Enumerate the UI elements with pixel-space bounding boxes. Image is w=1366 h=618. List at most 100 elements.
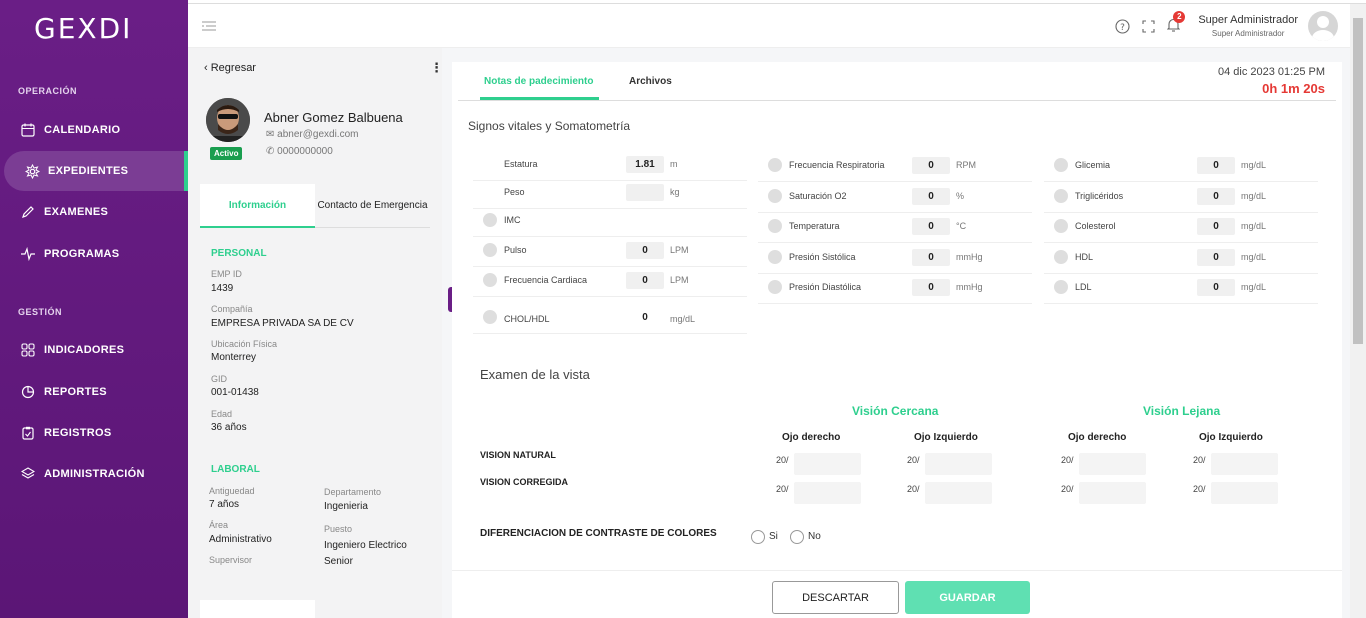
vital-label: Colesterol [1075,221,1116,231]
vital-unit: mmHg [956,252,983,262]
section-gestion: GESTIÓN [18,307,63,317]
area-label: Área [209,520,229,530]
estatura-input[interactable]: 1.81 [626,156,664,173]
vision-cercana-title: Visión Cercana [852,404,939,418]
temperatura-input[interactable]: 0 [912,218,950,235]
frecuencia-respiratoria-input[interactable]: 0 [912,157,950,174]
fraction-label: 20/ [776,484,789,494]
saturacion-input[interactable]: 0 [912,188,950,205]
scrollbar[interactable] [1350,4,1366,618]
vital-row-imc: IMC [473,207,747,237]
tab-informacion[interactable]: Información [200,184,315,228]
trigliceridos-input[interactable]: 0 [1197,188,1235,205]
app-logo[interactable]: GEXDI [34,12,132,45]
status-dot [483,273,497,287]
notifications-button[interactable]: 2 [1167,10,1186,35]
vital-label: IMC [504,215,521,225]
peso-input[interactable] [626,184,664,201]
sidebar-item-reportes[interactable]: REPORTES [0,372,188,412]
sidebar-item-registros[interactable]: REGISTROS [0,413,188,453]
departamento-value: Ingenieria [324,501,368,512]
status-dot [1054,280,1068,294]
colesterol-input[interactable]: 0 [1197,218,1235,235]
vital-label: Triglicéridos [1075,191,1124,201]
menu-icon[interactable] [202,20,216,35]
sidebar-item-calendario[interactable]: CALENDARIO [0,110,188,150]
status-dot [768,189,782,203]
lejana-izquierdo-corregida-input[interactable] [1211,482,1278,504]
vital-unit: mg/dL [1241,160,1267,170]
sidebar-item-label: REGISTROS [44,427,112,439]
gid-label: GID [211,374,228,384]
emp-id-value: 1439 [211,283,234,294]
lejana-derecho-natural-input[interactable] [1079,453,1146,475]
status-dot [1054,250,1068,264]
vital-unit: °C [956,221,967,231]
vital-row-chol-hdl: CHOL/HDL 0 mg/dL [473,304,747,334]
mail-icon: ✉ [266,129,278,140]
cercana-derecho-corregida-input[interactable] [794,482,861,504]
sidebar-item-administracion[interactable]: ADMINISTRACIÓN [0,454,188,494]
patient-tabs: Información Contacto de Emergencia [200,184,430,228]
fraction-label: 20/ [1061,484,1074,494]
bottom-tab-stub[interactable] [200,600,315,618]
pulso-input[interactable]: 0 [626,242,664,259]
fullscreen-icon[interactable] [1142,19,1155,33]
vital-unit: RPM [956,160,976,170]
antiguedad-label: Antiguedad [209,486,255,496]
vital-label: Presión Sistólica [789,252,856,262]
back-button[interactable]: ‹ Regresar [204,62,256,74]
hdl-input[interactable]: 0 [1197,249,1235,266]
vital-label: Saturación O2 [789,191,847,201]
chol-hdl-value: 0 [642,312,648,323]
radio-no[interactable] [790,530,804,544]
presion-diastolica-input[interactable]: 0 [912,279,950,296]
frecuencia-cardiaca-input[interactable]: 0 [626,272,664,289]
sidebar-item-expedientes[interactable]: EXPEDIENTES [4,151,188,191]
status-dot [768,219,782,233]
scrollbar-thumb[interactable] [1353,18,1363,344]
tab-notas-padecimiento[interactable]: Notas de padecimiento [479,76,600,100]
status-dot [1054,219,1068,233]
main-panel: Notas de padecimiento Archivos 04 dic 20… [452,62,1342,618]
lejana-derecho-corregida-input[interactable] [1079,482,1146,504]
cercana-izquierdo-natural-input[interactable] [925,453,992,475]
topbar-actions: ? 2 Super Administrador Super Administra… [1115,4,1350,48]
save-button[interactable]: GUARDAR [905,581,1030,614]
user-info[interactable]: Super Administrador Super Administrador [1198,14,1298,38]
pulse-icon [20,246,36,262]
vision-corregida-label: VISION CORREGIDA [480,477,569,487]
phone-text: 0000000000 [277,146,333,157]
sidebar-item-label: ADMINISTRACIÓN [44,468,145,480]
avatar[interactable] [1308,11,1338,41]
emp-id-label: EMP ID [211,269,242,279]
vision-lejana-title: Visión Lejana [1143,404,1221,418]
vital-unit: LPM [670,245,689,255]
antiguedad-value: 7 años [209,499,240,510]
cercana-derecho-natural-input[interactable] [794,453,861,475]
tab-archivos[interactable]: Archivos [629,76,672,87]
more-options-icon[interactable]: ⋮ [430,60,443,76]
tab-contacto-emergencia[interactable]: Contacto de Emergencia [315,184,430,228]
presion-sistolica-input[interactable]: 0 [912,249,950,266]
vital-unit: % [956,191,965,201]
sidebar-item-label: INDICADORES [44,344,125,356]
vital-label: HDL [1075,252,1094,262]
vital-label: LDL [1075,282,1092,292]
lejana-izquierdo-natural-input[interactable] [1211,453,1278,475]
sidebar-item-programas[interactable]: PROGRAMAS [0,234,188,274]
sidebar-item-indicadores[interactable]: INDICADORES [0,330,188,370]
vision-exam-title: Examen de la vista [480,367,590,382]
consultation-timer: 0h 1m 20s [1262,81,1325,96]
discard-button[interactable]: DESCARTAR [772,581,899,614]
patient-phone: ✆ 0000000000 [266,146,333,157]
ldl-input[interactable]: 0 [1197,279,1235,296]
help-icon[interactable]: ? [1115,18,1130,34]
glicemia-input[interactable]: 0 [1197,157,1235,174]
vital-row-ldl: LDL 0 mg/dL [1044,274,1318,304]
sidebar-item-examenes[interactable]: EXAMENES [0,192,188,232]
cercana-izquierdo-corregida-input[interactable] [925,482,992,504]
radio-si[interactable] [751,530,765,544]
patient-name: Abner Gomez Balbuena [264,110,403,125]
cercana-ojo-derecho: Ojo derecho [782,432,841,443]
